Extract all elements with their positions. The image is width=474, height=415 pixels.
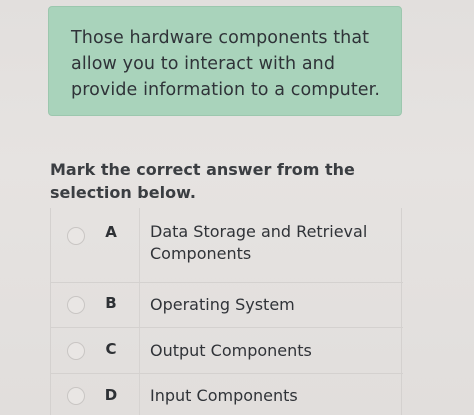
question-card: Those hardware components that allow you… xyxy=(48,6,402,116)
option-divider xyxy=(139,283,140,327)
option-divider xyxy=(139,208,140,282)
option-divider xyxy=(139,328,140,373)
option-b[interactable]: B Operating System xyxy=(51,283,403,328)
option-c[interactable]: C Output Components xyxy=(51,328,403,374)
instruction-text: Mark the correct answer from the selecti… xyxy=(50,160,355,202)
option-label-d[interactable]: Input Components xyxy=(150,385,390,407)
option-a[interactable]: A Data Storage and Retrieval Components xyxy=(51,208,403,283)
radio-button-b[interactable] xyxy=(67,296,85,314)
option-divider xyxy=(139,374,140,415)
option-letter-d: D xyxy=(104,386,118,404)
option-letter-a: A xyxy=(105,223,117,241)
question-text: Those hardware components that allow you… xyxy=(71,28,381,100)
option-letter-c: C xyxy=(105,340,117,358)
option-label-b[interactable]: Operating System xyxy=(150,294,390,316)
radio-button-a[interactable] xyxy=(67,227,85,245)
answer-options: A Data Storage and Retrieval Components … xyxy=(50,208,403,415)
option-label-c[interactable]: Output Components xyxy=(150,340,390,362)
quiz-page: Those hardware components that allow you… xyxy=(0,0,474,415)
option-label-a[interactable]: Data Storage and Retrieval Components xyxy=(150,221,390,265)
option-d[interactable]: D Input Components xyxy=(51,374,403,415)
radio-button-c[interactable] xyxy=(67,342,85,360)
radio-button-d[interactable] xyxy=(67,387,85,405)
option-letter-b: B xyxy=(105,294,117,312)
